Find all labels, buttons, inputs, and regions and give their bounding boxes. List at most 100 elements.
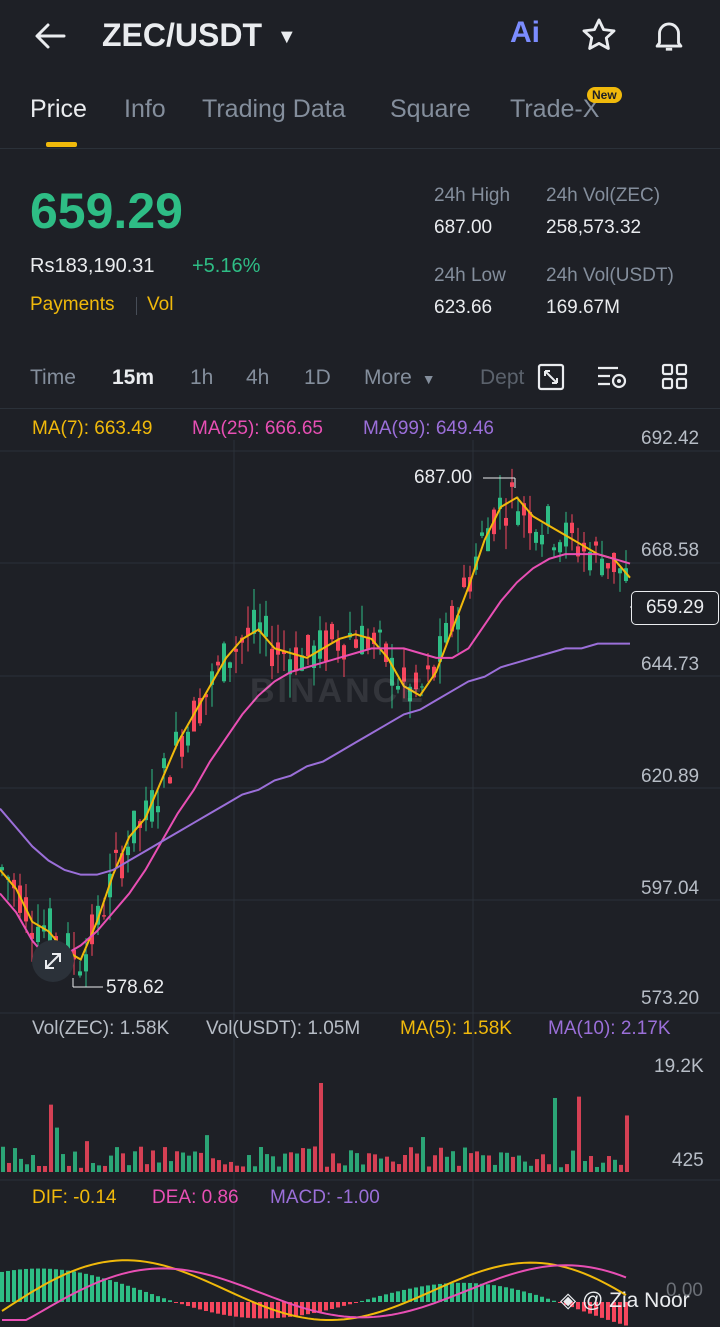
macd-bar: [312, 1302, 316, 1314]
pair-title: ZEC/USDT: [102, 17, 262, 53]
tf-4h[interactable]: 4h: [246, 366, 269, 390]
macd-bar: [174, 1302, 178, 1303]
volume-bar: [67, 1165, 71, 1172]
volume-bar: [163, 1147, 167, 1172]
volume-bar: [295, 1153, 299, 1172]
volume-bar: [55, 1127, 59, 1172]
candle-body: [282, 651, 286, 654]
candle-body: [108, 873, 112, 898]
vol-usdt-label: 24h Vol(USDT): [546, 265, 674, 286]
tf-1h[interactable]: 1h: [190, 366, 213, 390]
macd-bar: [108, 1280, 112, 1302]
macd-bar: [126, 1285, 130, 1302]
volume-bar: [385, 1156, 389, 1172]
expand-icon[interactable]: [32, 940, 74, 982]
volume-bar: [481, 1155, 485, 1172]
volume-bar: [241, 1166, 245, 1172]
macd-bar: [132, 1287, 136, 1302]
macd-bar: [522, 1291, 526, 1302]
candle-body: [522, 503, 526, 516]
volume-bar: [13, 1148, 17, 1172]
volume-bar: [277, 1166, 281, 1172]
volume-bar: [97, 1165, 101, 1172]
ma-line-2: [0, 553, 631, 961]
macd-bar: [162, 1298, 166, 1302]
fullscreen-icon[interactable]: [536, 362, 566, 397]
macd-bar: [24, 1268, 28, 1302]
ai-label: Ai: [510, 16, 540, 49]
macd-bar: [246, 1302, 250, 1318]
tab-trading-data[interactable]: Trading Data: [202, 95, 346, 124]
tab-square[interactable]: Square: [390, 95, 471, 124]
macd-bar: [534, 1294, 538, 1302]
volume-bar: [31, 1155, 35, 1172]
macd-bar: [474, 1283, 478, 1302]
volume-bar: [463, 1147, 467, 1172]
tf-more[interactable]: More ▼: [364, 366, 436, 390]
macd-bar: [102, 1278, 106, 1302]
macd-bar: [204, 1302, 208, 1311]
candle-body: [426, 665, 430, 670]
vol-link[interactable]: Vol: [147, 294, 173, 316]
star-icon[interactable]: [580, 16, 618, 59]
volume-bar: [151, 1150, 155, 1172]
candle-body: [540, 534, 544, 545]
volume-bar: [127, 1165, 131, 1172]
tf-time[interactable]: Time: [30, 366, 76, 390]
volume-bars-group: [1, 1082, 629, 1172]
volume-bar: [271, 1156, 275, 1172]
volume-bar: [577, 1096, 581, 1172]
tab-info[interactable]: Info: [124, 95, 166, 124]
volume-bar: [109, 1155, 113, 1172]
volume-bar: [181, 1152, 185, 1172]
candle-body: [516, 511, 520, 525]
tf-15m[interactable]: 15m: [112, 366, 154, 390]
candle-body: [42, 925, 46, 932]
macd-bar: [516, 1289, 520, 1302]
macd-bar: [528, 1293, 532, 1302]
bell-icon[interactable]: [650, 16, 688, 59]
macd-bar: [66, 1270, 70, 1302]
macd-bar: [300, 1302, 304, 1316]
volume-bar: [445, 1156, 449, 1172]
tf-depth[interactable]: Dept: [480, 366, 524, 390]
macd-bar: [504, 1287, 508, 1302]
grid-layout-icon[interactable]: [660, 362, 690, 397]
volume-bar: [499, 1152, 503, 1172]
indicator-settings-icon[interactable]: [596, 362, 628, 397]
volume-bar: [379, 1158, 383, 1172]
macd-bar: [306, 1302, 310, 1315]
volume-bar: [223, 1164, 227, 1172]
ai-button[interactable]: Ai: [510, 16, 540, 50]
macd-bar: [330, 1302, 334, 1309]
tab-trade-x[interactable]: Trade-X: [510, 95, 599, 124]
ma-lines-group: [0, 496, 631, 961]
tab-active-indicator: [46, 142, 77, 147]
macd-bar: [18, 1269, 22, 1302]
volume-bar: [523, 1161, 527, 1172]
macd-bar: [78, 1272, 82, 1302]
macd-bar: [444, 1283, 448, 1302]
pair-selector[interactable]: ZEC/USDT ▼: [102, 17, 297, 54]
macd-bar: [456, 1282, 460, 1302]
tab-price[interactable]: Price: [30, 95, 87, 124]
macd-bar: [378, 1295, 382, 1302]
macd-bar: [480, 1283, 484, 1302]
macd-bar: [384, 1294, 388, 1302]
volume-bar: [193, 1151, 197, 1172]
candle-body: [168, 777, 172, 784]
macd-bar: [324, 1302, 328, 1311]
back-arrow-icon[interactable]: [30, 18, 70, 54]
volume-bar: [559, 1167, 563, 1172]
candle-body: [528, 511, 532, 534]
payments-link[interactable]: Payments: [30, 294, 114, 316]
candle-body: [252, 609, 256, 634]
candle-body: [504, 517, 508, 526]
candle-body: [84, 954, 88, 972]
volume-bar: [541, 1154, 545, 1172]
vol-ma5-legend: MA(5): 1.58K: [400, 1018, 512, 1039]
macd-bar: [36, 1268, 40, 1302]
tf-1d[interactable]: 1D: [304, 366, 331, 390]
volume-bar: [337, 1163, 341, 1172]
candle-body: [210, 671, 214, 685]
